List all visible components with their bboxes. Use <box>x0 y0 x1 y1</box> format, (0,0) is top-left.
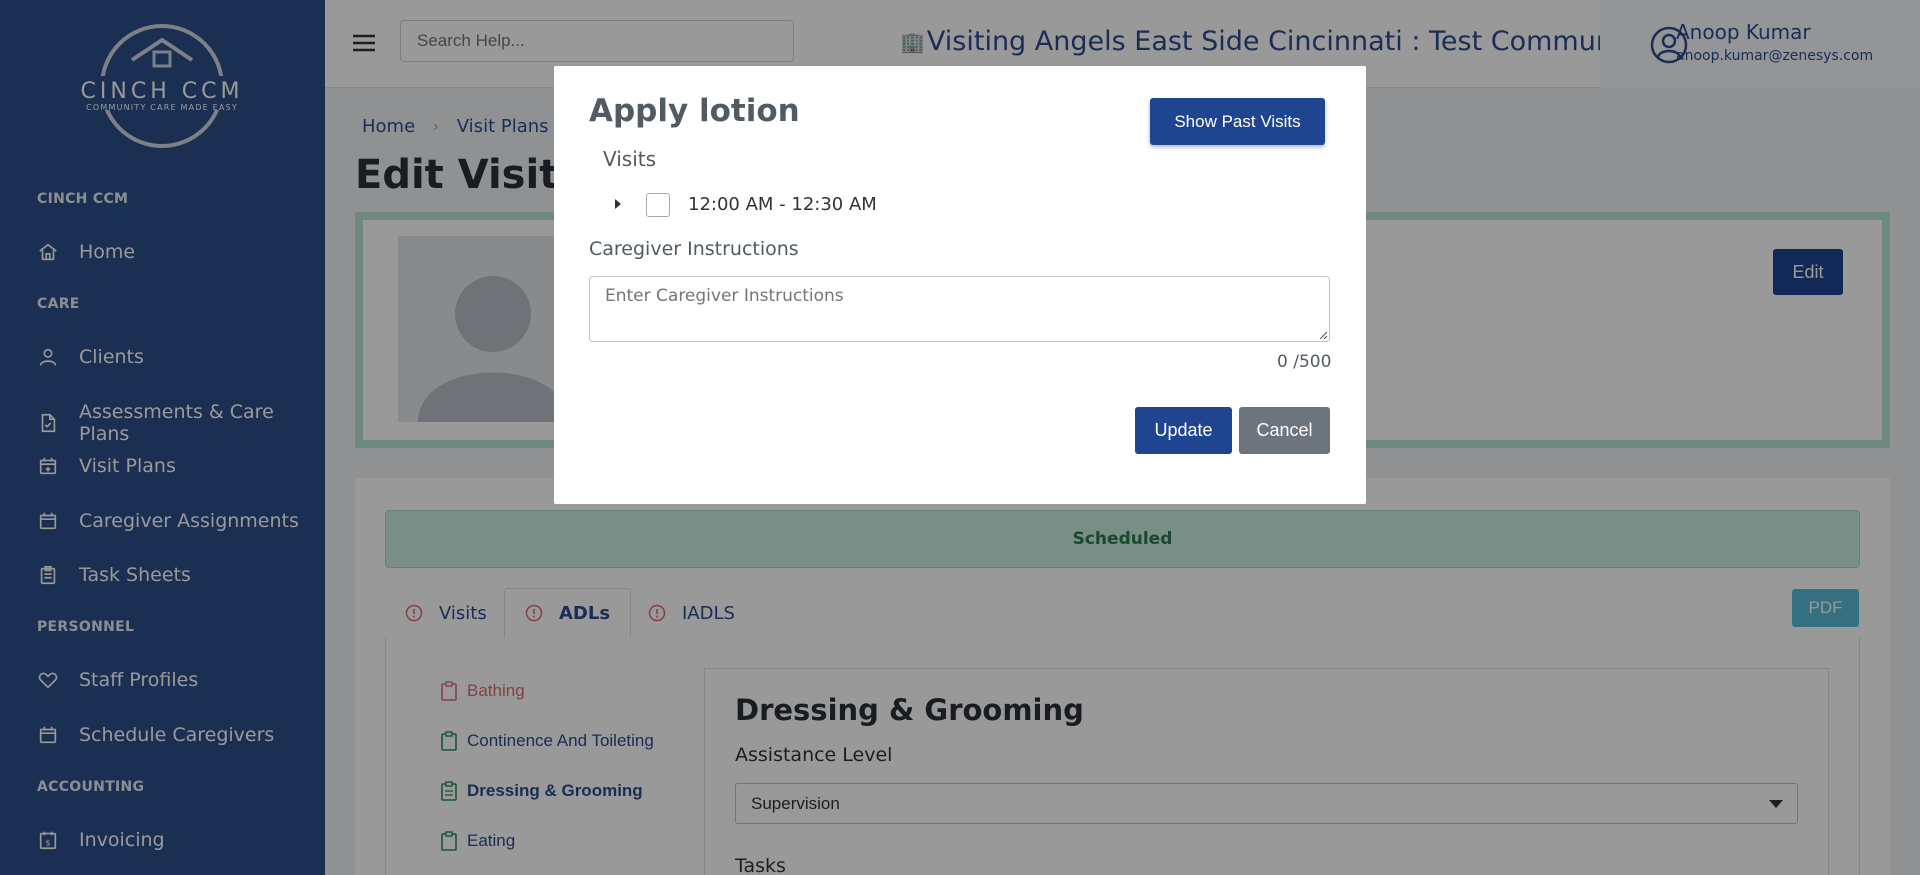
caregiver-instructions-label: Caregiver Instructions <box>589 238 799 260</box>
visits-label: Visits <box>603 147 657 171</box>
visit-time: 12:00 AM - 12:30 AM <box>688 194 877 215</box>
modal-title: Apply lotion <box>589 93 800 129</box>
visit-checkbox[interactable] <box>646 193 670 217</box>
caret-right-icon[interactable] <box>615 199 621 209</box>
character-counter: 0 /500 <box>1277 352 1332 372</box>
task-modal: Apply lotion Show Past Visits Visits 12:… <box>554 66 1366 504</box>
cancel-button[interactable]: Cancel <box>1239 407 1330 454</box>
update-button[interactable]: Update <box>1135 407 1232 454</box>
caregiver-instructions-input[interactable] <box>589 276 1330 342</box>
resize-handle-icon[interactable] <box>1318 330 1328 340</box>
show-past-visits-button[interactable]: Show Past Visits <box>1150 98 1325 145</box>
